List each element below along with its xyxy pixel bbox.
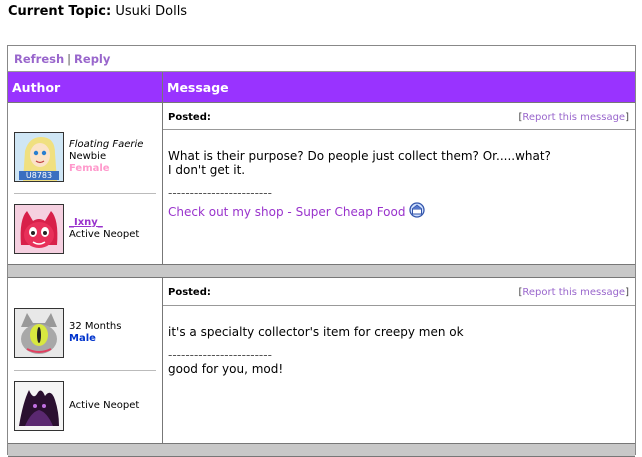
post-separator [8, 444, 635, 457]
posted-bar: Posted: [Report this message] [163, 103, 635, 130]
shadow-pet-avatar-icon[interactable] [14, 381, 64, 431]
user-block: _Ixny_ Active Neopet [14, 204, 139, 254]
author-rank: Newbie [69, 151, 107, 162]
post: U8783 Floating Faerie Newbie Female _Ixn… [8, 103, 635, 265]
message-body: it's a specialty collector's item for cr… [163, 306, 635, 376]
message-board: Refresh | Reply Author Message U8783 Flo… [7, 45, 636, 457]
author-cell: U8783 Floating Faerie Newbie Female _Ixn… [8, 103, 163, 264]
author-block: U8783 Floating Faerie Newbie Female [14, 132, 143, 182]
posted-label: Posted: [168, 112, 211, 123]
pet-status: Active Neopet [69, 400, 140, 411]
cyclops-avatar-icon[interactable] [14, 308, 64, 358]
author-column-header: Author [8, 72, 163, 102]
message-line: it's a specialty collector's item for cr… [168, 325, 464, 339]
author-gender: Male [69, 333, 96, 344]
posted-label: Posted: [168, 287, 211, 298]
report-wrapper: [Report this message] [518, 287, 629, 298]
toolbar: Refresh | Reply [8, 46, 635, 72]
posted-bar: Posted: [Report this message] [163, 278, 635, 306]
topic-label: Current Topic: [8, 4, 112, 19]
post-separator [8, 265, 635, 278]
author-gender: Female [69, 163, 110, 174]
user-info: Active Neopet [69, 400, 139, 412]
message-body: What is their purpose? Do people just co… [163, 130, 635, 221]
author-info: 32 Months Male [69, 321, 121, 345]
author-info: Floating Faerie Newbie Female [69, 139, 143, 175]
author-divider [14, 193, 156, 194]
shop-link[interactable]: Check out my shop - Super Cheap Food [168, 205, 405, 219]
red-pet-avatar-icon[interactable] [14, 204, 64, 254]
signature-separator: ------------------------ [168, 186, 272, 200]
pet-status: Active Neopet [69, 229, 140, 240]
author-title: 32 Months [69, 321, 122, 332]
message-cell: Posted: [Report this message] What is th… [163, 103, 635, 264]
faerie-avatar-icon[interactable]: U8783 [14, 132, 64, 182]
table-header: Author Message [8, 72, 635, 103]
reply-link[interactable]: Reply [74, 52, 110, 66]
message-column-header: Message [167, 80, 229, 95]
refresh-link[interactable]: Refresh [14, 52, 64, 66]
signature-separator: ------------------------ [168, 348, 272, 362]
report-message-link[interactable]: Report this message [522, 287, 625, 298]
message-line: I don't get it. [168, 163, 246, 177]
message-cell: Posted: [Report this message] it's a spe… [163, 278, 635, 443]
report-message-link[interactable]: Report this message [522, 112, 625, 123]
signature-text: good for you, mod! [168, 362, 284, 376]
author-block: 32 Months Male [14, 308, 121, 358]
username-link[interactable]: _Ixny_ [69, 217, 139, 229]
author-cell: 32 Months Male Active Neopet [8, 278, 163, 443]
message-line: What is their purpose? Do people just co… [168, 149, 551, 163]
user-info: _Ixny_ Active Neopet [69, 217, 139, 241]
report-wrapper: [Report this message] [518, 112, 629, 123]
shop-icon[interactable] [409, 202, 425, 221]
toolbar-separator: | [67, 52, 72, 66]
user-block: Active Neopet [14, 381, 139, 431]
avatar-badge: U8783 [26, 171, 52, 180]
topic-header: Current Topic: Usuki Dolls [8, 4, 187, 19]
post: 32 Months Male Active Neopet Posted: [Re… [8, 278, 635, 444]
author-divider [14, 370, 156, 371]
author-title: Floating Faerie [69, 139, 144, 150]
topic-title: Usuki Dolls [115, 4, 188, 19]
signature: Check out my shop - Super Cheap Food [168, 202, 635, 221]
